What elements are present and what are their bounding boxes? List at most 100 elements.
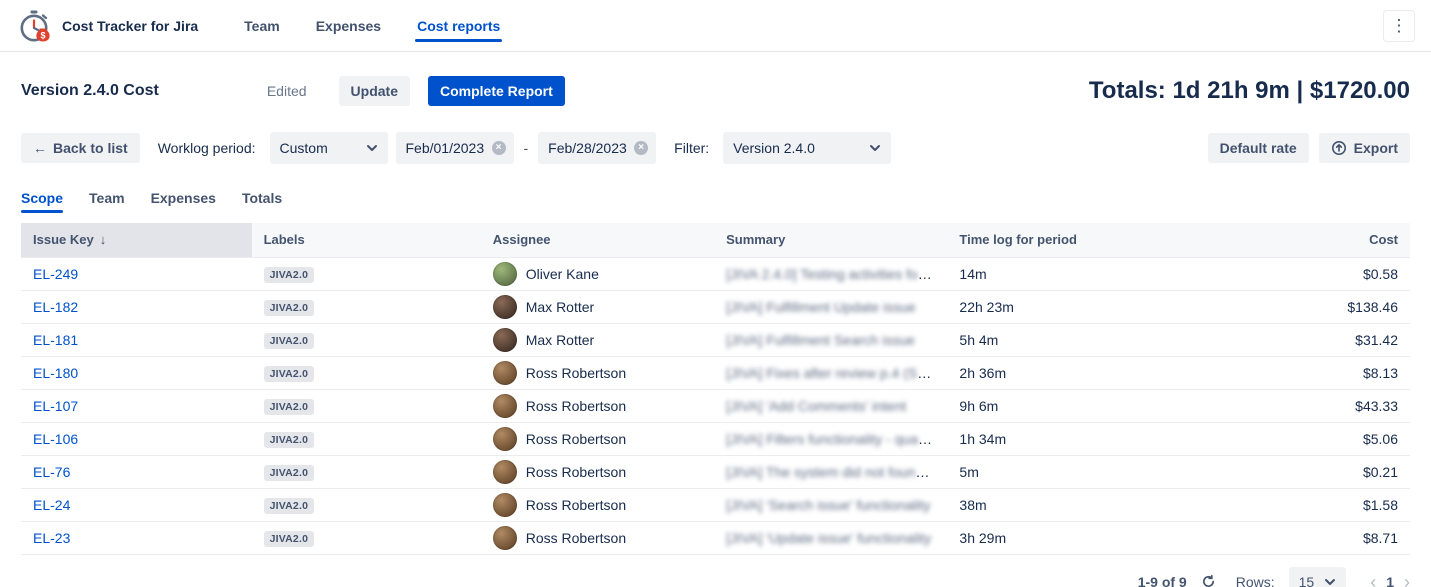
export-icon	[1331, 140, 1347, 156]
update-button[interactable]: Update	[339, 76, 410, 106]
pagination: ‹ 1 ›	[1370, 573, 1410, 587]
current-page-number[interactable]: 1	[1386, 574, 1394, 587]
column-header-labels[interactable]: Labels	[252, 223, 481, 257]
avatar	[493, 493, 517, 517]
tab-totals[interactable]: Totals	[242, 190, 282, 213]
cost-value: $5.06	[1246, 422, 1410, 455]
issue-key-link[interactable]: EL-182	[33, 299, 78, 315]
filter-select[interactable]: Version 2.4.0	[723, 132, 891, 164]
rows-per-page-label: Rows:	[1236, 574, 1275, 587]
nav-item-expenses[interactable]: Expenses	[314, 0, 383, 51]
column-header-cost[interactable]: Cost	[1246, 223, 1410, 257]
export-button[interactable]: Export	[1319, 133, 1410, 163]
issue-key-link[interactable]: EL-107	[33, 398, 78, 414]
cost-value: $1.58	[1246, 488, 1410, 521]
time-log-value: 5m	[947, 455, 1246, 488]
issue-key-link[interactable]: EL-180	[33, 365, 78, 381]
cost-value: $31.42	[1246, 323, 1410, 356]
avatar	[493, 526, 517, 550]
summary-text: [JIVA] Fulfillment Update issue	[726, 299, 916, 315]
avatar	[493, 328, 517, 352]
issue-key-link[interactable]: EL-106	[33, 431, 78, 447]
edited-status: Edited	[267, 83, 307, 99]
assignee-name: Ross Robertson	[526, 398, 626, 414]
column-header-label: Issue Key	[33, 232, 94, 247]
time-log-value: 14m	[947, 257, 1246, 290]
date-to-value: Feb/28/2023	[548, 140, 627, 156]
tab-scope[interactable]: Scope	[21, 190, 63, 213]
worklog-period-value: Custom	[280, 140, 328, 156]
report-subtabs: Scope Team Expenses Totals	[0, 190, 1431, 213]
table-row: EL-107JIVA2.0Ross Robertson[JIVA] 'Add C…	[21, 389, 1410, 422]
avatar	[493, 295, 517, 319]
avatar	[493, 361, 517, 385]
date-to-field[interactable]: Feb/28/2023 ×	[538, 132, 656, 164]
issue-key-link[interactable]: EL-24	[33, 497, 70, 513]
filter-label: Filter:	[674, 140, 709, 156]
issue-key-link[interactable]: EL-249	[33, 266, 78, 282]
worklog-period-label: Worklog period:	[158, 140, 256, 156]
label-badge: JIVA2.0	[264, 399, 315, 415]
date-from-value: Feb/01/2023	[406, 140, 485, 156]
time-log-value: 22h 23m	[947, 290, 1246, 323]
issue-key-link[interactable]: EL-181	[33, 332, 78, 348]
chevron-down-icon	[867, 140, 883, 156]
table-footer: 1-9 of 9 Rows: 15 ‹ 1 ›	[0, 555, 1431, 587]
table-row: EL-181JIVA2.0Max Rotter[JIVA] Fulfillmen…	[21, 323, 1410, 356]
worklog-period-select[interactable]: Custom	[270, 132, 388, 164]
sort-desc-icon: ↓	[100, 232, 107, 247]
summary-text: [JIVA] Fixes after review p.4 (Sprint 17…	[726, 365, 947, 381]
cost-value: $138.46	[1246, 290, 1410, 323]
column-header-issue-key[interactable]: Issue Key ↓	[21, 223, 252, 257]
app-logo-stopwatch-icon: $	[16, 8, 52, 44]
app-brand: $ Cost Tracker for Jira	[16, 0, 198, 51]
refresh-icon[interactable]	[1201, 574, 1216, 587]
report-header: Version 2.4.0 Cost Edited Update Complet…	[0, 52, 1431, 106]
time-log-value: 38m	[947, 488, 1246, 521]
table-row: EL-106JIVA2.0Ross Robertson[JIVA] Filter…	[21, 422, 1410, 455]
default-rate-button[interactable]: Default rate	[1208, 133, 1309, 163]
avatar	[493, 394, 517, 418]
complete-report-button[interactable]: Complete Report	[428, 76, 565, 106]
page-title: Version 2.4.0 Cost	[21, 82, 159, 100]
column-header-assignee[interactable]: Assignee	[481, 223, 714, 257]
table-header-row: Issue Key ↓ LabelsAssigneeSummaryTime log …	[21, 223, 1410, 257]
rows-per-page-select[interactable]: 15	[1289, 567, 1347, 587]
time-log-value: 2h 36m	[947, 356, 1246, 389]
more-actions-button[interactable]: ⋮	[1383, 10, 1415, 42]
clear-date-to-icon[interactable]: ×	[634, 141, 648, 155]
tab-expenses[interactable]: Expenses	[151, 190, 216, 213]
cost-value: $0.21	[1246, 455, 1410, 488]
assignee-name: Max Rotter	[526, 299, 594, 315]
chevron-down-icon	[364, 140, 380, 156]
column-header-time-log-for-period[interactable]: Time log for period	[947, 223, 1246, 257]
app-header: $ Cost Tracker for Jira Team Expenses Cost…	[0, 0, 1431, 52]
table-row: EL-76JIVA2.0Ross Robertson[JIVA] The sys…	[21, 455, 1410, 488]
prev-page-button[interactable]: ‹	[1370, 573, 1376, 587]
tab-team[interactable]: Team	[89, 190, 125, 213]
assignee-name: Ross Robertson	[526, 464, 626, 480]
issue-key-link[interactable]: EL-23	[33, 530, 70, 546]
kebab-icon: ⋮	[1391, 16, 1408, 36]
totals-summary: Totals: 1d 21h 9m | $1720.00	[1089, 77, 1410, 105]
summary-text: [JIVA] 'Update issue' functionality	[726, 530, 931, 546]
next-page-button[interactable]: ›	[1404, 573, 1410, 587]
assignee-name: Ross Robertson	[526, 431, 626, 447]
avatar	[493, 262, 517, 286]
back-to-list-label: Back to list	[53, 140, 128, 156]
issue-key-link[interactable]: EL-76	[33, 464, 70, 480]
assignee-name: Ross Robertson	[526, 497, 626, 513]
app-nav: Team Expenses Cost reports	[242, 0, 534, 51]
assignee-name: Oliver Kane	[526, 266, 599, 282]
label-badge: JIVA2.0	[264, 300, 315, 316]
nav-item-cost-reports[interactable]: Cost reports	[415, 0, 502, 51]
label-badge: JIVA2.0	[264, 432, 315, 448]
date-from-field[interactable]: Feb/01/2023 ×	[396, 132, 514, 164]
label-badge: JIVA2.0	[264, 465, 315, 481]
clear-date-from-icon[interactable]: ×	[492, 141, 506, 155]
column-header-summary[interactable]: Summary	[714, 223, 947, 257]
nav-item-team[interactable]: Team	[242, 0, 282, 51]
back-to-list-button[interactable]: ← Back to list	[21, 133, 140, 163]
time-log-value: 5h 4m	[947, 323, 1246, 356]
time-log-value: 9h 6m	[947, 389, 1246, 422]
